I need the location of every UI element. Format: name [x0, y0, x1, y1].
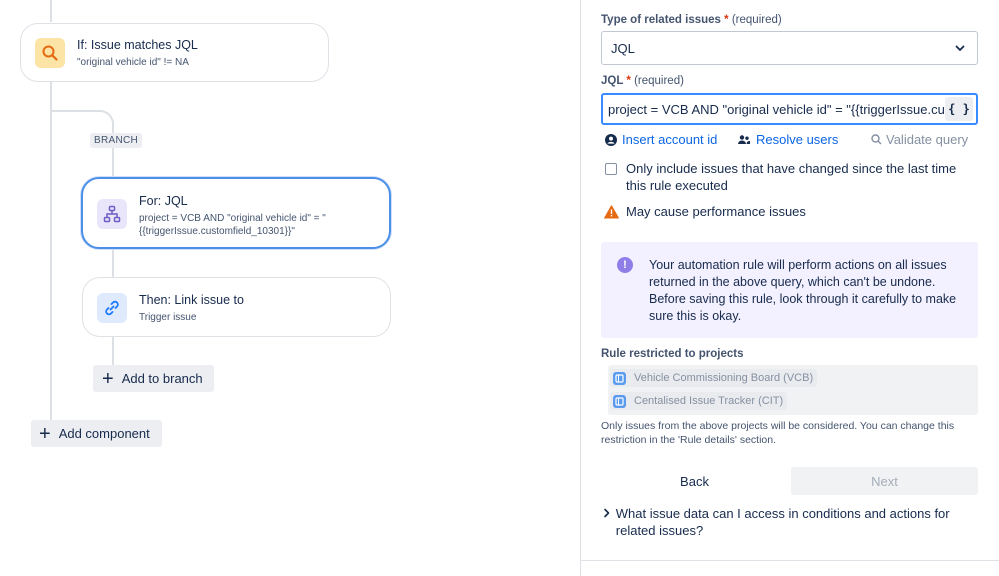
- required-marker: *: [724, 14, 729, 26]
- related-type-select[interactable]: JQL: [601, 31, 978, 65]
- add-to-branch-button[interactable]: + Add to branch: [93, 365, 214, 392]
- field-label: Type of related issues: [601, 14, 721, 26]
- checkbox-label: Only include issues that have changed si…: [626, 161, 957, 193]
- jql-label: JQL * (required): [601, 75, 684, 87]
- card-subtitle-line: project = VCB AND "original vehicle id" …: [139, 213, 326, 224]
- checkbox[interactable]: [605, 163, 617, 175]
- restricted-projects-list: Vehicle Commissioning Board (VCB) Cental…: [608, 365, 978, 415]
- card-subtitle: "original vehicle id" != NA: [77, 57, 189, 68]
- project-chip: Centalised Issue Tracker (CIT): [610, 392, 788, 410]
- info-message-box: ! Your automation rule will perform acti…: [601, 242, 978, 338]
- user-circle-icon: [605, 133, 617, 146]
- card-title: Then: Link issue to: [139, 293, 244, 307]
- warning-icon: [604, 204, 619, 219]
- card-subtitle-line: {{triggerIssue.customfield_10301}}": [139, 226, 295, 237]
- select-value: JQL: [611, 40, 635, 56]
- add-component-button[interactable]: + Add component: [31, 420, 162, 447]
- faq-expander[interactable]: What issue data can I access in conditio…: [603, 505, 973, 539]
- people-icon: [738, 134, 750, 146]
- performance-warning: May cause performance issues: [604, 204, 806, 219]
- connector-line: [50, 0, 52, 22]
- search-icon: [35, 38, 65, 68]
- connector-line: [112, 336, 114, 366]
- project-icon: [613, 394, 626, 408]
- button-label: Add component: [58, 426, 150, 441]
- related-type-label: Type of related issues * (required): [601, 14, 782, 26]
- project-name: Vehicle Commissioning Board (VCB): [634, 372, 814, 384]
- changed-since-checkbox-row[interactable]: Only include issues that have changed si…: [605, 160, 975, 194]
- validate-query-link[interactable]: Validate query: [871, 132, 968, 147]
- required-marker: *: [626, 75, 631, 87]
- insert-account-id-link[interactable]: Insert account id: [605, 132, 717, 147]
- info-icon: !: [617, 257, 633, 273]
- jql-input[interactable]: project = VCB AND "original vehicle id" …: [601, 93, 978, 125]
- warning-text: May cause performance issues: [626, 204, 806, 219]
- resolve-users-link[interactable]: Resolve users: [738, 132, 838, 147]
- project-name: Centalised Issue Tracker (CIT): [634, 395, 784, 407]
- faq-text: What issue data can I access in conditio…: [615, 506, 950, 538]
- connector-line: [112, 248, 114, 278]
- info-message-text: Your automation rule will perform action…: [649, 258, 957, 323]
- chevron-down-icon: [953, 41, 967, 58]
- jql-input-value[interactable]: project = VCB AND "original vehicle id" …: [603, 102, 945, 117]
- rule-canvas: If: Issue matches JQL "original vehicle …: [0, 0, 580, 576]
- branch-tag: BRANCH: [90, 133, 143, 148]
- smart-values-button[interactable]: { }: [945, 97, 973, 121]
- action-card[interactable]: Then: Link issue to Trigger issue: [82, 277, 391, 337]
- restricted-projects-label: Rule restricted to projects: [601, 348, 744, 360]
- branch-jql-card[interactable]: For: JQL project = VCB AND "original veh…: [81, 177, 391, 249]
- back-button[interactable]: Back: [601, 467, 788, 495]
- plus-icon: +: [102, 367, 114, 390]
- link-icon: [97, 293, 127, 323]
- project-icon: [613, 371, 626, 385]
- button-label: Add to branch: [121, 371, 203, 386]
- project-chip: Vehicle Commissioning Board (VCB): [610, 369, 818, 387]
- required-text: (required): [634, 75, 684, 87]
- branch-icon: [97, 199, 127, 229]
- card-title: If: Issue matches JQL: [77, 38, 198, 52]
- restriction-help-text: Only issues from the above projects will…: [601, 420, 955, 446]
- next-button[interactable]: Next: [791, 467, 978, 495]
- chevron-right-icon: [603, 507, 615, 539]
- card-subtitle: project = VCB AND "original vehicle id" …: [139, 212, 326, 238]
- condition-card[interactable]: If: Issue matches JQL "original vehicle …: [20, 23, 329, 82]
- link-label: Validate query: [886, 132, 969, 147]
- link-label: Resolve users: [756, 132, 839, 147]
- link-label: Insert account id: [622, 132, 718, 147]
- search-icon: [871, 134, 882, 145]
- card-subtitle: Trigger issue: [139, 312, 197, 323]
- field-label: JQL: [601, 75, 624, 87]
- panel-divider: [580, 560, 999, 561]
- required-text: (required): [731, 14, 782, 26]
- card-title: For: JQL: [139, 194, 188, 208]
- plus-icon: +: [39, 422, 51, 445]
